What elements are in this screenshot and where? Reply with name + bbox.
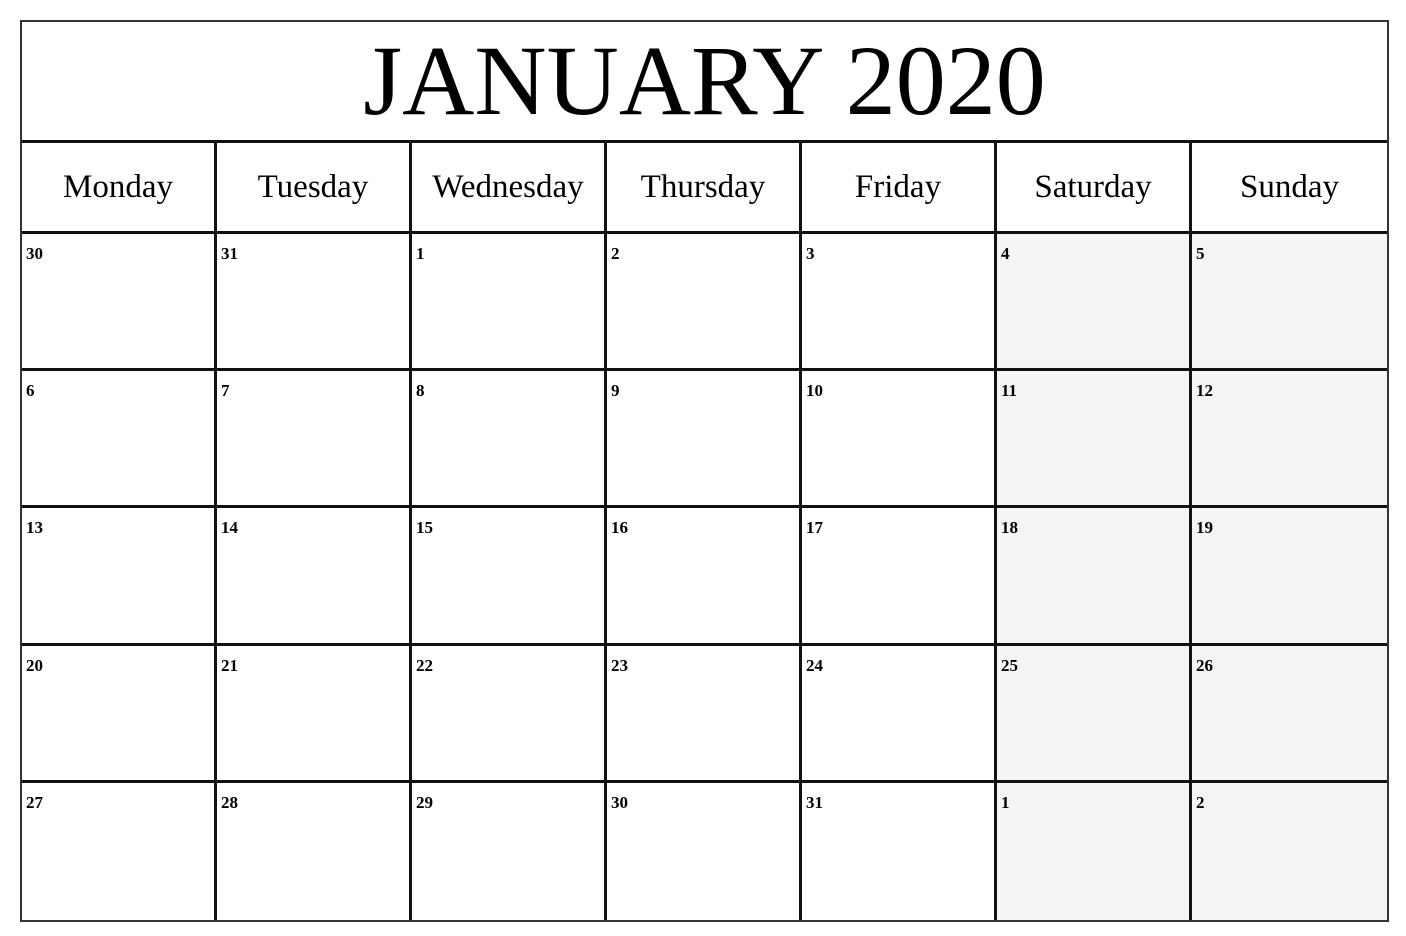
day-cell[interactable]: 28 (217, 782, 412, 920)
day-number: 16 (611, 518, 628, 538)
day-number: 22 (416, 655, 433, 675)
day-cell[interactable]: 2 (607, 234, 802, 372)
day-number: 25 (1001, 655, 1018, 675)
weekday-saturday: Saturday (997, 143, 1192, 231)
day-cell[interactable]: 7 (217, 371, 412, 509)
day-number: 30 (26, 244, 43, 263)
day-number: 29 (416, 792, 433, 812)
day-cell[interactable]: 5 (1192, 234, 1387, 372)
day-number: 3 (806, 244, 815, 263)
day-number: 11 (1001, 381, 1018, 401)
day-number: 13 (26, 518, 43, 538)
weekday-thursday: Thursday (607, 143, 802, 231)
day-number: 7 (221, 381, 230, 401)
day-cell[interactable]: 15 (412, 508, 607, 646)
day-cell[interactable]: 22 (412, 645, 607, 783)
day-cell[interactable]: 12 (1192, 371, 1387, 509)
day-number: 2 (611, 244, 620, 263)
day-cell[interactable]: 26 (1192, 645, 1387, 783)
day-cell[interactable]: 27 (22, 782, 217, 920)
day-cell[interactable]: 6 (22, 371, 217, 509)
day-cell[interactable]: 11 (997, 371, 1192, 509)
day-number: 27 (26, 792, 43, 812)
day-cell[interactable]: 14 (217, 508, 412, 646)
day-cell[interactable]: 20 (22, 645, 217, 783)
day-number: 14 (221, 518, 238, 538)
day-number: 18 (1001, 518, 1018, 538)
day-number: 9 (611, 381, 620, 401)
day-number: 31 (221, 244, 238, 263)
day-cell[interactable]: 10 (802, 371, 997, 509)
day-cell[interactable]: 13 (22, 508, 217, 646)
day-cell[interactable]: 31 (802, 782, 997, 920)
day-number: 24 (806, 655, 823, 675)
day-cell[interactable]: 19 (1192, 508, 1387, 646)
weekday-friday: Friday (802, 143, 997, 231)
day-number: 6 (26, 381, 35, 401)
day-cell[interactable]: 24 (802, 645, 997, 783)
day-cell[interactable]: 9 (607, 371, 802, 509)
day-number: 31 (806, 792, 823, 812)
day-cell[interactable]: 23 (607, 645, 802, 783)
day-cell[interactable]: 30 (22, 234, 217, 372)
day-number: 20 (26, 655, 43, 675)
day-number: 5 (1196, 244, 1205, 263)
day-cell[interactable]: 3 (802, 234, 997, 372)
day-number: 12 (1196, 381, 1213, 401)
day-number: 1 (1001, 792, 1010, 812)
day-cell[interactable]: 29 (412, 782, 607, 920)
day-cell[interactable]: 1 (997, 782, 1192, 920)
day-number: 17 (806, 518, 823, 538)
day-cell[interactable]: 25 (997, 645, 1192, 783)
day-number: 4 (1001, 244, 1010, 263)
day-number: 19 (1196, 518, 1213, 538)
day-number: 23 (611, 655, 628, 675)
weekday-wednesday: Wednesday (412, 143, 607, 231)
day-number: 30 (611, 792, 628, 812)
weekday-sunday: Sunday (1240, 169, 1339, 205)
weekday-header-row: Monday Tuesday Wednesday Thursday Friday… (22, 143, 1387, 234)
day-number: 26 (1196, 655, 1213, 675)
day-number: 2 (1196, 792, 1205, 812)
day-cell[interactable]: 2 (1192, 782, 1387, 920)
day-cell[interactable]: 17 (802, 508, 997, 646)
day-cell[interactable]: 18 (997, 508, 1192, 646)
day-number: 15 (416, 518, 433, 538)
day-cell[interactable]: 30 (607, 782, 802, 920)
calendar-title: JANUARY 2020 (22, 22, 1387, 143)
day-cell[interactable]: 16 (607, 508, 802, 646)
day-cell[interactable]: 1 (412, 234, 607, 372)
weekday-monday: Monday (22, 143, 217, 231)
calendar: JANUARY 2020 Monday Tuesday Wednesday Th… (20, 20, 1389, 922)
day-number: 10 (806, 381, 823, 401)
weekday-tuesday: Tuesday (217, 143, 412, 231)
day-number: 21 (221, 655, 238, 675)
day-cell[interactable]: 4 (997, 234, 1192, 372)
day-cell[interactable]: 8 (412, 371, 607, 509)
day-number: 28 (221, 792, 238, 812)
day-cell[interactable]: 31 (217, 234, 412, 372)
day-number: 8 (416, 381, 425, 401)
day-cell[interactable]: 21 (217, 645, 412, 783)
day-number: 1 (416, 244, 425, 263)
day-grid: 30 31 1 2 3 4 5 6 7 8 9 10 11 12 13 14 15 16 17 18 19 20 21 22 2… (22, 234, 1387, 920)
